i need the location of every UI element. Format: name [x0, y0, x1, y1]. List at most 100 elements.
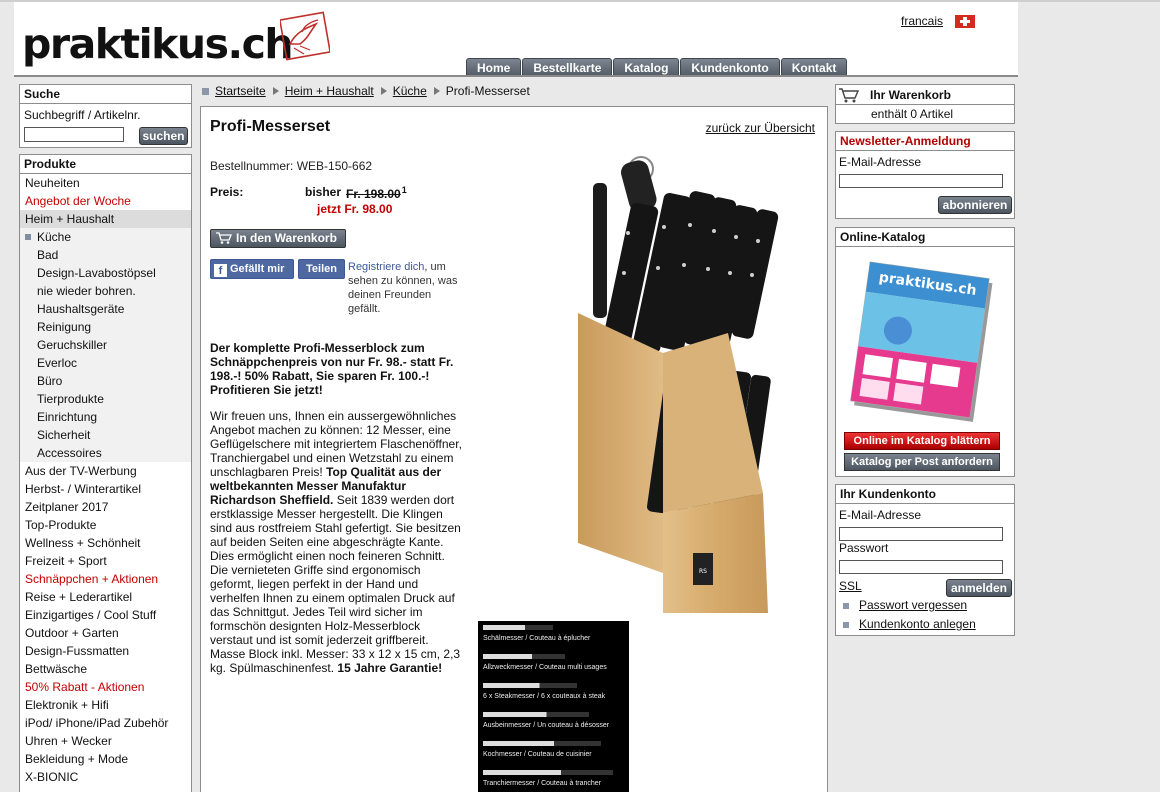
sidebar-item-label: X-BIONIC: [25, 770, 79, 784]
sidebar-item[interactable]: Geruchskiller: [20, 336, 191, 354]
legend-label: Allzweckmesser / Couteau multi usages: [483, 664, 607, 671]
sidebar-item-label: 50% Rabatt - Aktionen: [25, 680, 145, 694]
shopping-cart-icon[interactable]: [838, 87, 860, 103]
sidebar-item[interactable]: iPod/ iPhone/iPad Zubehör: [20, 714, 191, 732]
catalog-cover-image[interactable]: praktikus.ch: [842, 254, 1002, 424]
search-input[interactable]: [24, 127, 124, 142]
newsletter-email-label: E-Mail-Adresse: [839, 155, 922, 169]
forgot-password-link[interactable]: Passwort vergessen: [859, 598, 967, 612]
cart-count: enthält 0 Artikel: [871, 107, 954, 121]
description-highlight-2: 15 Jahre Garantie!: [337, 661, 443, 675]
sidebar-item[interactable]: Büro: [20, 372, 191, 390]
account-title: Ihr Kundenkonto: [836, 485, 1014, 504]
sidebar-item[interactable]: Everloc: [20, 354, 191, 372]
sidebar-item-label: Herbst- / Winterartikel: [25, 482, 142, 496]
sidebar-item-label: Elektronik + Hifi: [25, 698, 109, 712]
sidebar-item[interactable]: Angebot der Woche: [20, 192, 191, 210]
sidebar-item[interactable]: Bekleidung + Mode: [20, 750, 191, 768]
sidebar-item[interactable]: Freizeit + Sport: [20, 552, 191, 570]
breadcrumb-marker-icon: [202, 87, 209, 95]
sidebar-item[interactable]: Schnäppchen + Aktionen: [20, 570, 191, 588]
sidebar-item[interactable]: Top-Produkte: [20, 516, 191, 534]
create-account-link[interactable]: Kundenkonto anlegen: [859, 617, 976, 631]
search-button[interactable]: suchen: [139, 127, 188, 145]
sidebar-item[interactable]: Bad: [20, 246, 191, 264]
sidebar-item[interactable]: Design-Lavabostöpsel: [20, 264, 191, 282]
sidebar-item[interactable]: Herbst- / Winterartikel: [20, 480, 191, 498]
legend-knife-icon: [483, 712, 589, 717]
sidebar-item-label: Freizeit + Sport: [25, 554, 107, 568]
facebook-register-link[interactable]: Registriere dich: [348, 261, 424, 273]
sidebar-item-label: Design-Lavabostöpsel: [37, 266, 156, 280]
sidebar-item-label: Neuheiten: [25, 176, 80, 190]
knife-legend-image: Schälmesser / Couteau à éplucher Allzweck…: [478, 621, 629, 792]
sidebar-item[interactable]: Elektronik + Hifi: [20, 696, 191, 714]
add-to-cart-button[interactable]: In den Warenkorb: [210, 229, 346, 248]
sidebar-item[interactable]: Accessoires: [20, 444, 191, 462]
sidebar-item[interactable]: Wellness + Schönheit: [20, 534, 191, 552]
old-price-footnote: 1: [401, 185, 407, 195]
cart-box: Ihr Warenkorb enthält 0 Artikel: [835, 84, 1015, 124]
sidebar-item[interactable]: Aus der TV-Werbung: [20, 462, 191, 480]
account-email-field[interactable]: [839, 527, 1003, 541]
account-box: Ihr Kundenkonto E-Mail-Adresse Passwort …: [835, 484, 1015, 636]
breadcrumb-kueche[interactable]: Küche: [393, 84, 427, 98]
sidebar-item-label: Büro: [37, 374, 63, 388]
legend-label: Schälmesser / Couteau à éplucher: [483, 635, 591, 642]
sidebar-item-label: Schnäppchen + Aktionen: [25, 572, 159, 586]
sidebar-item[interactable]: Haushaltsgeräte: [20, 300, 191, 318]
sidebar-item[interactable]: Design-Fussmatten: [20, 642, 191, 660]
new-price: jetzt Fr. 98.00: [317, 202, 393, 216]
sidebar-item[interactable]: Bettwäsche: [20, 660, 191, 678]
breadcrumb-heim-haushalt[interactable]: Heim + Haushalt: [285, 84, 374, 98]
sidebar-item[interactable]: Neuheiten: [20, 174, 191, 192]
sidebar-item[interactable]: X-BIONIC: [20, 768, 191, 786]
subscribe-button[interactable]: abonnieren: [938, 196, 1012, 214]
ssl-link[interactable]: SSL: [839, 579, 862, 593]
logo[interactable]: praktikus.ch: [22, 20, 294, 68]
svg-text:RS: RS: [699, 568, 707, 575]
sidebar-item[interactable]: Zeitplaner 2017: [20, 498, 191, 516]
sidebar-item[interactable]: 50% Rabatt - Aktionen: [20, 678, 191, 696]
search-box: Suche Suchbegriff / Artikelnr. suchen: [19, 84, 192, 148]
browse-catalog-button[interactable]: Online im Katalog blättern: [844, 432, 1000, 450]
account-password-label: Passwort: [839, 541, 889, 555]
sidebar-item-label: iPod/ iPhone/iPad Zubehör: [25, 716, 169, 730]
sidebar-item[interactable]: Einrichtung: [20, 408, 191, 426]
breadcrumb-current: Profi-Messerset: [445, 84, 530, 98]
sidebar-item-label: Tierprodukte: [37, 392, 104, 406]
back-to-overview-link[interactable]: zurück zur Übersicht: [706, 121, 815, 135]
sidebar-item-label: Angebot der Woche: [25, 194, 131, 208]
sidebar-item[interactable]: nie wieder bohren.: [20, 282, 191, 300]
facebook-share-button[interactable]: Teilen: [298, 259, 345, 279]
old-price-label: bisher: [305, 185, 342, 199]
newsletter-email-field[interactable]: [839, 174, 1003, 188]
sidebar-item[interactable]: Einzigartiges / Cool Stuff: [20, 606, 191, 624]
facebook-like-button[interactable]: f Gefällt mir: [210, 259, 294, 279]
sidebar-item[interactable]: Küche: [20, 228, 191, 246]
legend-label: Tranchiermesser / Couteau à trancher: [483, 780, 602, 787]
description-text-2: Seit 1839 werden dort erstklassige Messe…: [210, 493, 461, 675]
sidebar-item[interactable]: Sicherheit: [20, 426, 191, 444]
sidebar-item[interactable]: Uhren + Wecker: [20, 732, 191, 750]
sidebar-item[interactable]: Reise + Lederartikel: [20, 588, 191, 606]
account-password-field[interactable]: [839, 560, 1003, 574]
header: praktikus.ch francais Home Bestellkarte …: [14, 2, 1018, 77]
language-link[interactable]: francais: [901, 14, 943, 28]
order-catalog-button[interactable]: Katalog per Post anfordern: [844, 453, 1000, 471]
sidebar-item[interactable]: Heim + Haushalt: [20, 210, 191, 228]
breadcrumb-startseite[interactable]: Startseite: [215, 84, 266, 98]
account-email-label: E-Mail-Adresse: [839, 508, 922, 522]
old-price-value: Fr. 198.00: [346, 187, 401, 201]
legend-label: 6 x Steakmesser / 6 x couteaux à steak: [483, 693, 606, 700]
sidebar-item[interactable]: Outdoor + Garten: [20, 624, 191, 642]
login-button[interactable]: anmelden: [946, 579, 1012, 597]
facebook-icon: f: [214, 264, 227, 277]
legend-knife-icon: [483, 625, 553, 630]
legend-knife-icon: [483, 770, 613, 775]
bullet-icon: [843, 603, 849, 609]
products-list: Neuheiten Angebot der Woche Heim + Haushal…: [20, 174, 191, 786]
sidebar-item-label: Geruchskiller: [37, 338, 108, 352]
sidebar-item[interactable]: Tierprodukte: [20, 390, 191, 408]
sidebar-item[interactable]: Reinigung: [20, 318, 191, 336]
